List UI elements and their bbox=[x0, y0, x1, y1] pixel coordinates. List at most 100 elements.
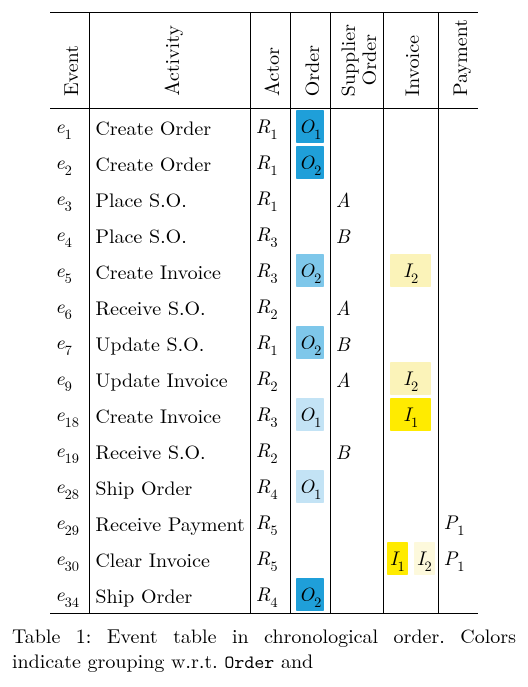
cell-supplier-order bbox=[330, 469, 383, 505]
table-row: e18Create InvoiceR3O1 I1 bbox=[50, 397, 477, 433]
cell-invoice: I1 bbox=[383, 541, 410, 577]
col-order: Order bbox=[290, 13, 330, 109]
cell-invoice bbox=[383, 577, 438, 614]
cell-order: O2 bbox=[290, 253, 330, 289]
table-caption: Table 1: Event table in chronological or… bbox=[12, 622, 516, 675]
cell-supplier-order bbox=[330, 505, 383, 541]
col-payment: Payment bbox=[438, 13, 478, 109]
cell-order: O1 bbox=[290, 108, 330, 145]
cell-activity: Ship Order bbox=[90, 577, 250, 614]
cell-supplier-order bbox=[330, 145, 383, 181]
cell-order: O2 bbox=[290, 325, 330, 361]
cell-event: e4 bbox=[50, 217, 90, 253]
cell-payment: P1 bbox=[438, 505, 478, 541]
cell-event: e5 bbox=[50, 253, 90, 289]
cell-order bbox=[290, 541, 330, 577]
table-row: e2Create OrderR1O2 bbox=[50, 145, 477, 181]
cell-event: e2 bbox=[50, 145, 90, 181]
cell-order bbox=[290, 505, 330, 541]
event-table: Event Activity Actor Order SupplierOrder… bbox=[50, 12, 477, 614]
cell-event: e9 bbox=[50, 361, 90, 397]
cell-event: e34 bbox=[50, 577, 90, 614]
cell-event: e7 bbox=[50, 325, 90, 361]
cell-order bbox=[290, 217, 330, 253]
cell-actor: R4 bbox=[250, 469, 290, 505]
cell-payment bbox=[438, 397, 478, 433]
cell-activity: Ship Order bbox=[90, 469, 250, 505]
cell-actor: R4 bbox=[250, 577, 290, 614]
col-actor: Actor bbox=[250, 13, 290, 109]
cell-actor: R3 bbox=[250, 397, 290, 433]
col-invoice: Invoice bbox=[383, 13, 438, 109]
cell-event: e29 bbox=[50, 505, 90, 541]
cell-supplier-order bbox=[330, 541, 383, 577]
cell-invoice bbox=[383, 108, 438, 145]
cell-supplier-order: B bbox=[330, 433, 383, 469]
header-row: Event Activity Actor Order SupplierOrder… bbox=[50, 13, 477, 109]
cell-actor: R3 bbox=[250, 217, 290, 253]
cell-event: e19 bbox=[50, 433, 90, 469]
cell-activity: Receive S.O. bbox=[90, 289, 250, 325]
cell-actor: R5 bbox=[250, 541, 290, 577]
cell-activity: Clear Invoice bbox=[90, 541, 250, 577]
cell-supplier-order bbox=[330, 397, 383, 433]
cell-invoice bbox=[383, 469, 438, 505]
cell-payment bbox=[438, 325, 478, 361]
cell-order bbox=[290, 361, 330, 397]
cell-activity: Create Order bbox=[90, 145, 250, 181]
cell-supplier-order: A bbox=[330, 289, 383, 325]
cell-actor: R1 bbox=[250, 108, 290, 145]
cell-actor: R2 bbox=[250, 289, 290, 325]
cell-invoice: I2 bbox=[411, 541, 438, 577]
cell-actor: R2 bbox=[250, 433, 290, 469]
cell-activity: Create Invoice bbox=[90, 397, 250, 433]
cell-event: e3 bbox=[50, 181, 90, 217]
table-row: e34Ship OrderR4O2 bbox=[50, 577, 477, 614]
col-event: Event bbox=[50, 13, 90, 109]
cell-actor: R1 bbox=[250, 181, 290, 217]
cell-activity: Receive S.O. bbox=[90, 433, 250, 469]
cell-invoice bbox=[383, 217, 438, 253]
cell-invoice bbox=[383, 145, 438, 181]
table-row: e1Create OrderR1O1 bbox=[50, 108, 477, 145]
cell-payment bbox=[438, 361, 478, 397]
cell-order: O2 bbox=[290, 577, 330, 614]
cell-activity: Update S.O. bbox=[90, 325, 250, 361]
cell-activity: Create Order bbox=[90, 108, 250, 145]
cell-invoice bbox=[383, 289, 438, 325]
cell-event: e6 bbox=[50, 289, 90, 325]
col-activity: Activity bbox=[90, 13, 250, 109]
table-row: e28Ship OrderR4O1 bbox=[50, 469, 477, 505]
cell-invoice bbox=[383, 433, 438, 469]
cell-order bbox=[290, 181, 330, 217]
cell-order: O1 bbox=[290, 397, 330, 433]
table-row: e30Clear InvoiceR5I1I2P1 bbox=[50, 541, 477, 577]
table-row: e19Receive S.O.R2 B bbox=[50, 433, 477, 469]
table-row: e3Place S.O.R1A bbox=[50, 181, 477, 217]
table-row: e6Receive S.O.R2 A bbox=[50, 289, 477, 325]
cell-payment bbox=[438, 181, 478, 217]
cell-supplier-order: A bbox=[330, 361, 383, 397]
cell-invoice: I2 bbox=[383, 361, 438, 397]
cell-supplier-order bbox=[330, 577, 383, 614]
cell-supplier-order bbox=[330, 108, 383, 145]
cell-actor: R1 bbox=[250, 325, 290, 361]
cell-activity: Receive Payment bbox=[90, 505, 250, 541]
cell-supplier-order: B bbox=[330, 325, 383, 361]
cell-payment bbox=[438, 469, 478, 505]
table-row: e29Receive PaymentR5P1 bbox=[50, 505, 477, 541]
cell-payment bbox=[438, 289, 478, 325]
table-row: e4Place S.O.R3B bbox=[50, 217, 477, 253]
cell-activity: Update Invoice bbox=[90, 361, 250, 397]
table-row: e9Update InvoiceR2A I2 bbox=[50, 361, 477, 397]
cell-supplier-order: A bbox=[330, 181, 383, 217]
cell-event: e30 bbox=[50, 541, 90, 577]
cell-order: O1 bbox=[290, 469, 330, 505]
cell-actor: R1 bbox=[250, 145, 290, 181]
cell-supplier-order bbox=[330, 253, 383, 289]
cell-event: e28 bbox=[50, 469, 90, 505]
cell-order bbox=[290, 433, 330, 469]
cell-payment bbox=[438, 253, 478, 289]
cell-order bbox=[290, 289, 330, 325]
table-row: e7Update S.O.R1O2B bbox=[50, 325, 477, 361]
